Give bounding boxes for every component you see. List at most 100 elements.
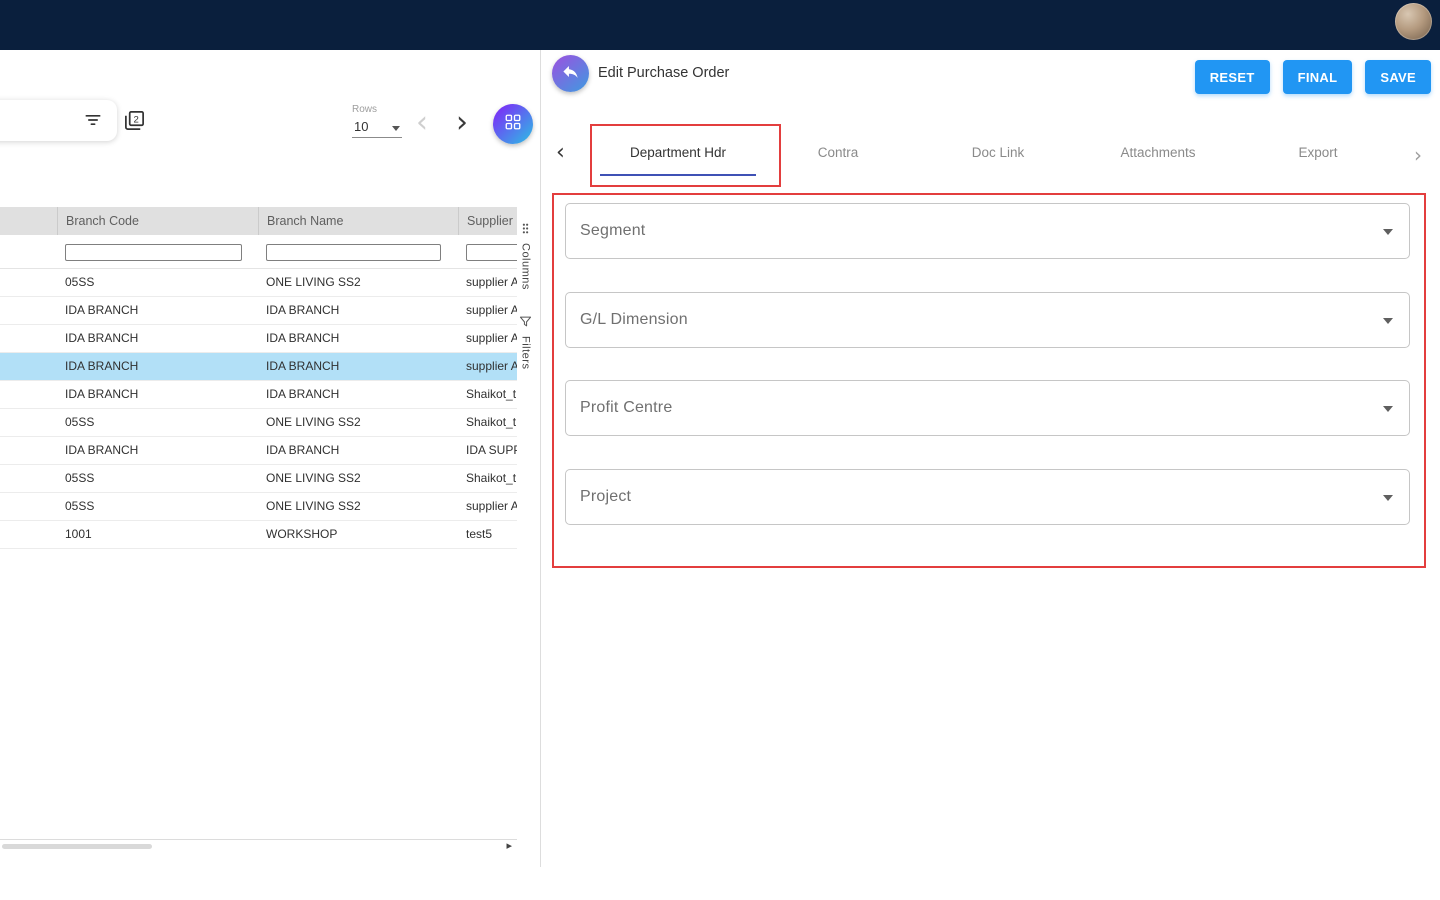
rows-per-page-label: Rows xyxy=(352,104,377,115)
funnel-icon xyxy=(519,315,532,333)
cell-supplier-name: supplier A xyxy=(458,493,517,520)
table-row[interactable]: 05SS ONE LIVING SS2 supplier A xyxy=(0,493,517,521)
segment-dropdown-label: Segment xyxy=(580,204,645,258)
table-row[interactable]: 1001 WORKSHOP test5 xyxy=(0,521,517,549)
tab-contra[interactable]: Contra xyxy=(758,130,918,176)
grid-view-button[interactable] xyxy=(493,104,533,144)
back-button[interactable] xyxy=(552,55,589,92)
filters-side-tab[interactable]: Filters xyxy=(519,315,532,369)
cell-branch-code: 05SS xyxy=(57,409,258,436)
rows-per-page-select[interactable]: 10 xyxy=(352,118,402,138)
caret-down-icon xyxy=(392,126,400,131)
gl-dimension-dropdown-label: G/L Dimension xyxy=(580,293,688,347)
save-button[interactable]: SAVE xyxy=(1365,60,1431,94)
grid-view-icon xyxy=(504,113,522,136)
column-header-branch-name[interactable]: Branch Name xyxy=(258,207,458,235)
cell-supplier-name: Shaikot_t xyxy=(458,409,517,436)
cell-branch-name: ONE LIVING SS2 xyxy=(258,409,458,436)
cell-branch-name: IDA BRANCH xyxy=(258,325,458,352)
chevron-down-icon xyxy=(1383,229,1393,235)
cell-branch-name: IDA BRANCH xyxy=(258,297,458,324)
top-navbar xyxy=(0,0,1440,50)
user-avatar[interactable] xyxy=(1395,3,1432,40)
tabs-scroll-left-icon[interactable]: ‹ xyxy=(556,138,565,168)
horizontal-scrollbar[interactable]: ▸ xyxy=(0,839,517,852)
page-title: Edit Purchase Order xyxy=(598,50,729,96)
cell-branch-name: ONE LIVING SS2 xyxy=(258,465,458,492)
table-row[interactable]: 05SS ONE LIVING SS2 Shaikot_t xyxy=(0,465,517,493)
drag-grip-icon xyxy=(519,222,532,240)
cell-branch-code: IDA BRANCH xyxy=(57,381,258,408)
project-dropdown-label: Project xyxy=(580,470,631,524)
columns-side-tab-label: Columns xyxy=(520,243,532,290)
table-row[interactable]: 05SS ONE LIVING SS2 Shaikot_t xyxy=(0,409,517,437)
table-row[interactable]: IDA BRANCH IDA BRANCH supplier A xyxy=(0,325,517,353)
search-card[interactable] xyxy=(0,100,117,141)
next-page-button[interactable]: › xyxy=(456,108,468,138)
project-dropdown[interactable]: Project xyxy=(565,469,1410,525)
cell-branch-code: IDA BRANCH xyxy=(57,437,258,464)
tab-doc-link[interactable]: Doc Link xyxy=(918,130,1078,176)
final-button[interactable]: FINAL xyxy=(1283,60,1353,94)
tabs-scroll-right-icon[interactable]: › xyxy=(1414,140,1422,170)
table-row[interactable]: IDA BRANCH IDA BRANCH IDA SUPP xyxy=(0,437,517,465)
tabs: Department Hdr Contra Doc Link Attachmen… xyxy=(598,130,1398,176)
chevron-down-icon xyxy=(1383,318,1393,324)
filters-side-tab-label: Filters xyxy=(520,336,532,369)
gl-dimension-dropdown[interactable]: G/L Dimension xyxy=(565,292,1410,348)
cell-branch-name: IDA BRANCH xyxy=(258,353,458,380)
cell-supplier-name: Shaikot_t xyxy=(458,465,517,492)
table-filter-row xyxy=(0,235,517,269)
scroll-right-arrow-icon[interactable]: ▸ xyxy=(506,840,512,853)
cell-branch-code: IDA BRANCH xyxy=(57,297,258,324)
cell-supplier-name: Shaikot_t xyxy=(458,381,517,408)
column-header-supplier-name[interactable]: Supplier Name xyxy=(458,207,517,235)
app-screen: 2 Rows 10 ‹ › Branch Code xyxy=(0,0,1440,900)
table-row-selected[interactable]: IDA BRANCH IDA BRANCH supplier A xyxy=(0,353,517,381)
rows-per-page-value: 10 xyxy=(354,119,368,134)
table-header-row: Branch Code Branch Name Supplier Name xyxy=(0,207,517,235)
segment-dropdown[interactable]: Segment xyxy=(565,203,1410,259)
svg-text:2: 2 xyxy=(134,114,139,125)
filter-2-icon[interactable]: 2 xyxy=(123,109,146,132)
cell-branch-code: IDA BRANCH xyxy=(57,325,258,352)
branch-name-filter-input[interactable] xyxy=(266,244,441,261)
purchase-order-list-panel: 2 Rows 10 ‹ › Branch Code xyxy=(0,50,541,867)
supplier-name-filter-input[interactable] xyxy=(466,244,517,261)
cell-supplier-name: IDA SUPP xyxy=(458,437,517,464)
cell-branch-name: IDA BRANCH xyxy=(258,381,458,408)
tab-department-hdr[interactable]: Department Hdr xyxy=(598,130,758,176)
table-row[interactable]: IDA BRANCH IDA BRANCH supplier A xyxy=(0,297,517,325)
cell-branch-code: 05SS xyxy=(57,269,258,296)
table-row[interactable]: IDA BRANCH IDA BRANCH Shaikot_t xyxy=(0,381,517,409)
action-buttons: RESET FINAL SAVE xyxy=(1195,60,1431,94)
reply-arrow-icon xyxy=(561,62,580,86)
cell-supplier-name: supplier A xyxy=(458,325,517,352)
reset-button[interactable]: RESET xyxy=(1195,60,1270,94)
cell-branch-code: IDA BRANCH xyxy=(57,353,258,380)
profit-centre-dropdown[interactable]: Profit Centre xyxy=(565,380,1410,436)
row-selector-column-header xyxy=(0,207,57,235)
cell-branch-name: ONE LIVING SS2 xyxy=(258,493,458,520)
cell-supplier-name: supplier A xyxy=(458,269,517,296)
tab-export[interactable]: Export xyxy=(1238,130,1398,176)
cell-branch-code: 1001 xyxy=(57,521,258,548)
branches-table: Branch Code Branch Name Supplier Name 05… xyxy=(0,207,517,549)
cell-supplier-name: supplier A xyxy=(458,353,517,380)
form-tabbar: ‹ Department Hdr Contra Doc Link Attachm… xyxy=(542,130,1440,176)
profit-centre-dropdown-label: Profit Centre xyxy=(580,381,672,435)
branch-code-filter-input[interactable] xyxy=(65,244,242,261)
cell-branch-name: ONE LIVING SS2 xyxy=(258,269,458,296)
previous-page-button[interactable]: ‹ xyxy=(416,108,428,138)
cell-supplier-name: supplier A xyxy=(458,297,517,324)
cell-branch-name: WORKSHOP xyxy=(258,521,458,548)
scrollbar-thumb[interactable] xyxy=(2,844,152,849)
chevron-down-icon xyxy=(1383,495,1393,501)
tab-attachments[interactable]: Attachments xyxy=(1078,130,1238,176)
cell-supplier-name: test5 xyxy=(458,521,517,548)
filter-list-icon[interactable] xyxy=(83,110,103,130)
column-header-branch-code[interactable]: Branch Code xyxy=(57,207,258,235)
chevron-down-icon xyxy=(1383,406,1393,412)
table-row[interactable]: 05SS ONE LIVING SS2 supplier A xyxy=(0,269,517,297)
columns-side-tab[interactable]: Columns xyxy=(519,222,532,290)
